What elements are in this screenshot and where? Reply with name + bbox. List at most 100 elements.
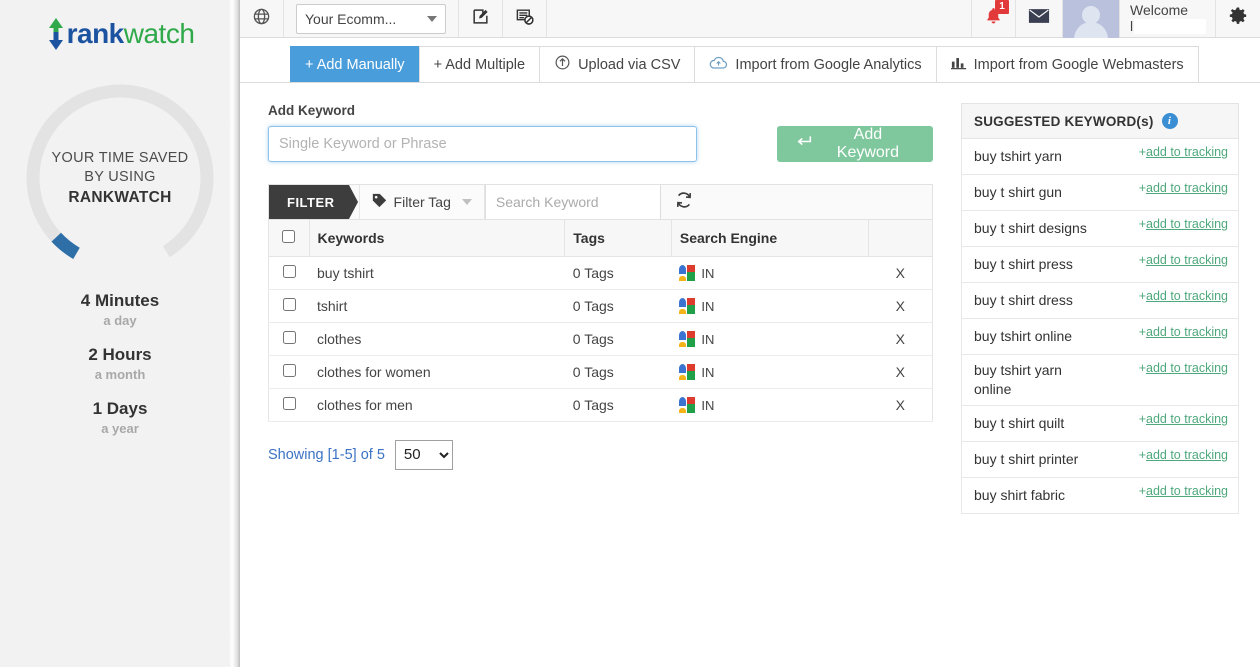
- filter-tag-dropdown[interactable]: Filter Tag: [358, 185, 485, 219]
- google-icon: [679, 396, 696, 413]
- suggested-keyword: buy t shirt designs: [974, 220, 1087, 236]
- tab-import-google-webmasters[interactable]: Import from Google Webmasters: [935, 46, 1199, 82]
- info-icon[interactable]: i: [1161, 113, 1178, 129]
- add-to-tracking-link[interactable]: +add to tracking: [1139, 145, 1228, 159]
- welcome-block[interactable]: Welcome l: [1120, 0, 1216, 37]
- bar-chart-icon: [950, 55, 967, 74]
- edit-note-icon: [471, 7, 490, 31]
- enter-arrow-icon: [795, 134, 812, 154]
- logo-rank-text: rank: [66, 18, 125, 49]
- tab-upload-csv[interactable]: Upload via CSV: [539, 46, 696, 82]
- add-keyword-label: Add Keyword: [268, 103, 356, 118]
- tab-label: + Add Manually: [305, 56, 405, 73]
- add-to-tracking-label: add to tracking: [1146, 217, 1228, 231]
- avatar-cell[interactable]: [1063, 0, 1120, 38]
- suggested-keyword: buy tshirt yarn online: [974, 362, 1062, 397]
- table-header-row: Keywords Tags Search Engine: [268, 220, 933, 257]
- row-checkbox[interactable]: [282, 396, 296, 410]
- row-tags: 0 Tags: [564, 354, 672, 389]
- edit-project-button[interactable]: [459, 0, 503, 37]
- add-keyword-button-label: Add Keyword: [836, 126, 900, 161]
- brand-logo[interactable]: rank watch: [0, 0, 240, 60]
- add-to-tracking-link[interactable]: +add to tracking: [1139, 253, 1228, 267]
- add-keyword-button[interactable]: Add Keyword: [776, 126, 933, 162]
- stat-value: 4 Minutes: [80, 291, 160, 310]
- app-root: rank watch YOUR TIME SAVED BY USING RANK…: [0, 0, 1260, 667]
- row-tags: 0 Tags: [564, 387, 672, 422]
- row-search-engine: IN: [671, 255, 869, 290]
- tab-label: Import from Google Webmasters: [973, 56, 1184, 73]
- row-delete-button[interactable]: X: [868, 255, 933, 290]
- messages-button[interactable]: [1016, 0, 1063, 37]
- search-keyword-input[interactable]: [484, 185, 661, 219]
- table-row: clothes 0 Tags IN X: [268, 321, 933, 356]
- add-to-tracking-label: add to tracking: [1146, 181, 1228, 195]
- stat-unit: a month: [94, 367, 146, 382]
- tab-label: Import from Google Analytics: [735, 56, 922, 73]
- row-delete-button[interactable]: X: [868, 354, 933, 389]
- row-delete-button[interactable]: X: [868, 288, 933, 323]
- add-to-tracking-link[interactable]: +add to tracking: [1139, 217, 1228, 231]
- add-to-tracking-link[interactable]: +add to tracking: [1139, 325, 1228, 339]
- chevron-down-icon: [461, 199, 472, 205]
- report-clock-icon: [515, 7, 534, 31]
- notifications-button[interactable]: 1: [972, 0, 1016, 37]
- report-button[interactable]: [503, 0, 547, 37]
- globe-button[interactable]: [240, 0, 284, 37]
- add-to-tracking-link[interactable]: +add to tracking: [1139, 361, 1228, 375]
- time-saved-gauge: YOUR TIME SAVED BY USING RANKWATCH: [20, 78, 220, 278]
- gauge-line-1: YOUR TIME SAVED: [51, 149, 189, 166]
- row-checkbox[interactable]: [282, 363, 296, 377]
- suggested-keyword: buy t shirt quilt: [974, 415, 1065, 431]
- row-checkbox[interactable]: [282, 297, 296, 311]
- row-delete-button[interactable]: X: [868, 321, 933, 356]
- list-item: buy shirt fabric +add to tracking: [961, 478, 1239, 514]
- col-header-search-engine: Search Engine: [670, 220, 870, 257]
- gauge-line-3: RANKWATCH: [68, 188, 172, 206]
- tab-add-manually[interactable]: + Add Manually: [290, 46, 420, 82]
- add-to-tracking-label: add to tracking: [1146, 484, 1228, 498]
- site-selector[interactable]: Your Ecomm...: [296, 3, 446, 34]
- google-icon: [679, 297, 696, 314]
- add-to-tracking-link[interactable]: +add to tracking: [1139, 484, 1228, 498]
- row-checkbox[interactable]: [282, 330, 296, 344]
- select-all-checkbox[interactable]: [282, 229, 296, 243]
- row-select-cell: [268, 255, 309, 290]
- add-to-tracking-link[interactable]: +add to tracking: [1139, 181, 1228, 195]
- avatar[interactable]: [1063, 0, 1119, 38]
- add-to-tracking-link[interactable]: +add to tracking: [1139, 289, 1228, 303]
- add-to-tracking-label: add to tracking: [1146, 361, 1228, 375]
- refresh-button[interactable]: [661, 185, 707, 219]
- site-selector-value: Your Ecomm...: [305, 10, 397, 27]
- row-select-cell: [268, 288, 309, 323]
- list-item: buy tshirt online +add to tracking: [961, 319, 1239, 355]
- add-to-tracking-label: add to tracking: [1146, 253, 1228, 267]
- row-engine-country: IN: [701, 331, 715, 347]
- chevron-down-icon: [427, 15, 437, 22]
- row-delete-button[interactable]: X: [868, 387, 933, 422]
- top-bar: Your Ecomm... 1 Welcome l: [240, 0, 1260, 38]
- add-to-tracking-link[interactable]: +add to tracking: [1139, 448, 1228, 462]
- welcome-username-text: l: [1130, 18, 1134, 34]
- tab-import-google-analytics[interactable]: Import from Google Analytics: [694, 46, 937, 82]
- add-to-tracking-label: add to tracking: [1146, 325, 1228, 339]
- logo-arrows-icon: [46, 17, 66, 51]
- row-checkbox[interactable]: [282, 264, 296, 278]
- site-selector-cell[interactable]: Your Ecomm...: [284, 0, 459, 37]
- table-row: clothes for men 0 Tags IN X: [268, 387, 933, 422]
- refresh-icon: [675, 191, 693, 214]
- add-to-tracking-link[interactable]: +add to tracking: [1139, 412, 1228, 426]
- suggested-keyword: buy t shirt gun: [974, 184, 1062, 200]
- page-size-select[interactable]: 10 25 50 100: [394, 439, 453, 470]
- settings-button[interactable]: [1216, 0, 1260, 37]
- tab-label: Upload via CSV: [578, 56, 681, 73]
- row-keyword: buy tshirt: [309, 255, 565, 290]
- col-header-keywords: Keywords: [308, 220, 566, 257]
- tab-add-multiple[interactable]: + Add Multiple: [418, 46, 541, 82]
- tag-icon: [372, 193, 387, 211]
- left-column: Add Keyword Add Keyword: [268, 103, 933, 514]
- filter-badge: FILTER: [269, 185, 358, 219]
- suggested-keywords-title: SUGGESTED KEYWORD(s): [974, 113, 1154, 129]
- row-search-engine: IN: [671, 288, 869, 323]
- add-keyword-input[interactable]: [268, 126, 697, 162]
